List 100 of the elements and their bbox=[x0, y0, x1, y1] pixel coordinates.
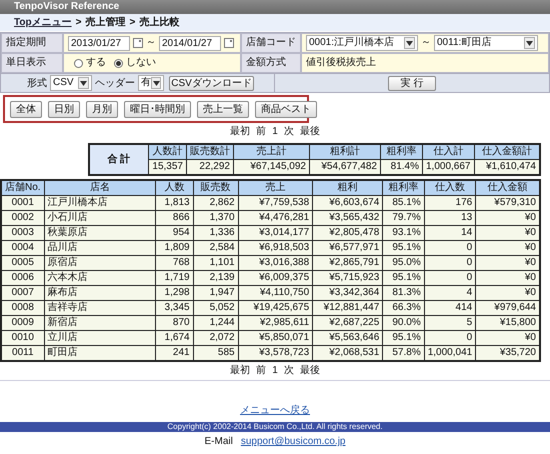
pager-link[interactable]: 次 bbox=[284, 365, 294, 377]
field-label: 単日表示 bbox=[1, 53, 63, 73]
pager-link[interactable]: 1 bbox=[272, 126, 278, 138]
table-cell: ¥4,476,281 bbox=[238, 210, 313, 226]
column-header: 店名 bbox=[44, 180, 156, 196]
view-button[interactable]: 日別 bbox=[48, 100, 80, 118]
back-to-menu-link[interactable]: メニューへ戻る bbox=[240, 403, 310, 418]
table-cell: 秋葉原店 bbox=[44, 226, 156, 240]
table-cell: 93.1% bbox=[382, 226, 424, 240]
table-cell: 2,139 bbox=[193, 270, 238, 286]
table-cell: 1,370 bbox=[193, 210, 238, 226]
radio-option[interactable]: しない bbox=[114, 57, 156, 69]
radio-option[interactable]: する bbox=[74, 57, 106, 69]
table-cell: 3,345 bbox=[156, 300, 194, 316]
table-cell: 81.3% bbox=[382, 286, 424, 300]
pager-link[interactable]: 最後 bbox=[300, 126, 320, 138]
table-cell: 2,584 bbox=[193, 240, 238, 256]
table-cell: ¥2,687,225 bbox=[312, 316, 383, 330]
table-cell: ¥2,865,791 bbox=[312, 256, 383, 270]
table-cell: 0 bbox=[424, 270, 476, 286]
pager-link[interactable]: 最後 bbox=[300, 365, 320, 377]
view-button[interactable]: 商品ベスト bbox=[255, 100, 317, 118]
table-cell: 1,000,041 bbox=[424, 346, 476, 361]
pager-link[interactable]: 1 bbox=[272, 365, 278, 377]
breadcrumb-link[interactable]: Topメニュー bbox=[14, 15, 72, 30]
table-cell: 1,947 bbox=[193, 286, 238, 300]
table-cell: 66.3% bbox=[382, 300, 424, 316]
table-cell: ¥35,720 bbox=[476, 346, 540, 361]
table-cell: 1,809 bbox=[156, 240, 194, 256]
date-field[interactable]: 2013/01/27 bbox=[68, 36, 130, 50]
csv-download-button[interactable]: CSVダウンロード bbox=[169, 76, 254, 90]
breadcrumb-separator: > bbox=[129, 16, 136, 30]
date-field[interactable]: 2014/01/27 bbox=[159, 36, 221, 50]
total-cell: 22,292 bbox=[186, 160, 234, 175]
column-header: 仕入金額 bbox=[476, 180, 540, 196]
pager-link[interactable]: 次 bbox=[284, 126, 294, 138]
table-cell: ¥0 bbox=[476, 330, 540, 346]
table-cell: 0 bbox=[424, 330, 476, 346]
table-cell: 14 bbox=[424, 226, 476, 240]
table-cell: 0007 bbox=[1, 286, 44, 300]
select-field[interactable]: 有 bbox=[138, 75, 164, 91]
table-cell: 5,052 bbox=[193, 300, 238, 316]
table-cell: 1,336 bbox=[193, 226, 238, 240]
total-cell: 81.4% bbox=[380, 160, 422, 175]
total-cell: ¥67,145,092 bbox=[234, 160, 310, 175]
breadcrumb-separator: > bbox=[76, 16, 82, 30]
table-cell: 0 bbox=[424, 240, 476, 256]
table-cell: ¥19,425,675 bbox=[238, 300, 313, 316]
table-cell: ¥6,577,971 bbox=[312, 240, 383, 256]
view-button[interactable]: 全体 bbox=[10, 100, 42, 118]
table-cell: 0001 bbox=[1, 196, 44, 210]
table-cell: ¥15,800 bbox=[476, 316, 540, 330]
table-cell: ¥2,985,611 bbox=[238, 316, 313, 330]
table-cell: ¥4,110,750 bbox=[238, 286, 313, 300]
table-cell: ¥6,918,503 bbox=[238, 240, 313, 256]
caret-icon bbox=[526, 40, 533, 46]
column-header: 仕入金額計 bbox=[474, 144, 540, 160]
calendar-icon[interactable] bbox=[133, 38, 143, 48]
table-cell: 1,298 bbox=[156, 286, 194, 300]
table-cell: 小石川店 bbox=[44, 210, 156, 226]
view-button[interactable]: 曜日･時間別 bbox=[124, 100, 191, 118]
table-cell: ¥0 bbox=[476, 226, 540, 240]
table-cell: 0009 bbox=[1, 316, 44, 330]
table-cell: 585 bbox=[193, 346, 238, 361]
select-field[interactable]: 0011:町田店 bbox=[434, 35, 538, 51]
total-cell: ¥54,677,482 bbox=[310, 160, 380, 175]
table-cell: 95.1% bbox=[382, 270, 424, 286]
table-cell: ¥3,016,388 bbox=[238, 256, 313, 270]
table-cell: ¥5,563,646 bbox=[312, 330, 383, 346]
table-cell: ¥2,805,478 bbox=[312, 226, 383, 240]
table-cell: 新宿店 bbox=[44, 316, 156, 330]
column-header: 人数 bbox=[156, 180, 194, 196]
select-field[interactable]: 0001:江戸川橋本店 bbox=[306, 35, 418, 51]
pager-link[interactable]: 前 bbox=[256, 126, 266, 138]
column-header: 販売数計 bbox=[186, 144, 234, 160]
table-cell: ¥5,850,071 bbox=[238, 330, 313, 346]
table-cell: 4 bbox=[424, 286, 476, 300]
view-button[interactable]: 売上一覧 bbox=[197, 100, 249, 118]
select-field[interactable]: CSV bbox=[50, 75, 92, 91]
pager-link[interactable]: 最初 bbox=[230, 126, 250, 138]
table-cell: 1,674 bbox=[156, 330, 194, 346]
email-link[interactable]: support@busicom.co.jp bbox=[240, 434, 346, 449]
table-cell: ¥12,881,447 bbox=[312, 300, 383, 316]
table-cell: 954 bbox=[156, 226, 194, 240]
table-cell: 57.8% bbox=[382, 346, 424, 361]
table-cell: 0 bbox=[424, 256, 476, 270]
table-cell: 町田店 bbox=[44, 346, 156, 361]
field-label: 金額方式 bbox=[241, 53, 301, 73]
column-header: 粗利率 bbox=[382, 180, 424, 196]
pager-link[interactable]: 前 bbox=[256, 365, 266, 377]
title-bar: TenpoVisor Reference bbox=[0, 0, 550, 14]
table-cell: ¥3,342,364 bbox=[312, 286, 383, 300]
view-button[interactable]: 月別 bbox=[86, 100, 118, 118]
execute-button[interactable]: 実 行 bbox=[388, 76, 436, 90]
table-cell: ¥0 bbox=[476, 210, 540, 226]
calendar-icon[interactable] bbox=[224, 38, 234, 48]
total-cell: ¥1,610,474 bbox=[474, 160, 540, 175]
copyright-bar: Copyright(c) 2002-2014 Busicom Co.,Ltd. All rights reserved. bbox=[0, 422, 550, 432]
table-cell: ¥0 bbox=[476, 286, 540, 300]
pager-link[interactable]: 最初 bbox=[230, 365, 250, 377]
